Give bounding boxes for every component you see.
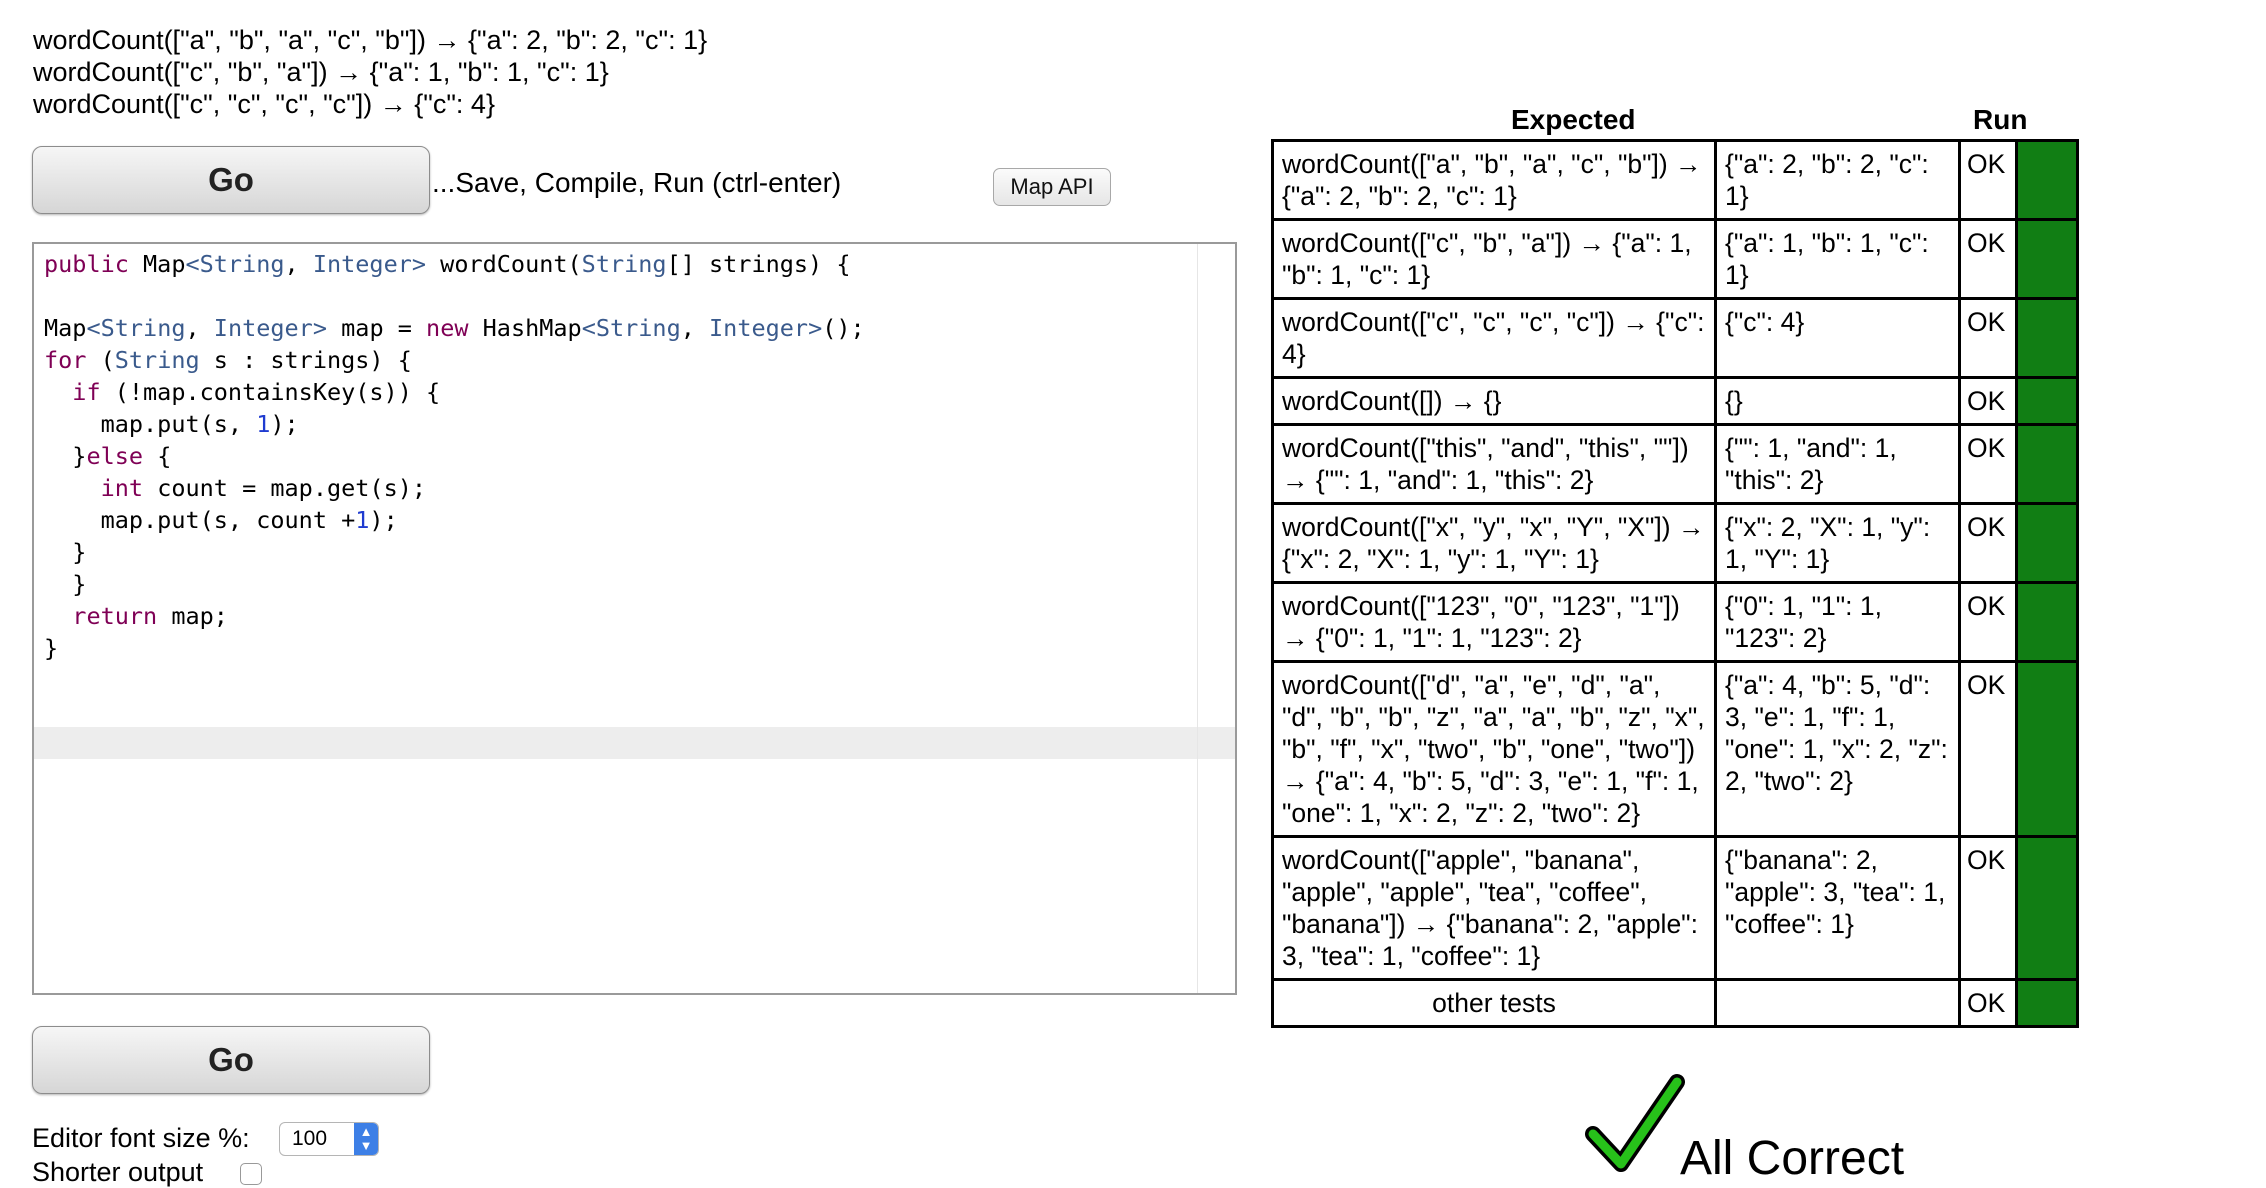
run-cell: {"": 1, "and": 1, "this": 2} — [1714, 423, 1961, 505]
editor-code[interactable]: public Map<String, Integer> wordCount(St… — [44, 248, 865, 664]
code-line: }else { — [44, 442, 172, 470]
run-cell: {"banana": 2, "apple": 3, "tea": 1, "cof… — [1714, 835, 1961, 981]
expected-cell: wordCount(["d", "a", "e", "d", "a", "d",… — [1271, 660, 1717, 838]
map-api-button[interactable]: Map API — [993, 168, 1111, 206]
status-cell: OK — [1958, 581, 2018, 663]
status-cell: OK — [1958, 218, 2018, 300]
result-row: wordCount(["this", "and", "this", ""]) →… — [1271, 423, 2079, 505]
expected-cell: wordCount(["c", "b", "a"]) → {"a": 1, "b… — [1271, 218, 1717, 300]
editor-font-size-select[interactable]: 100 ▲ ▼ — [279, 1122, 379, 1156]
run-cell: {"a": 1, "b": 1, "c": 1} — [1714, 218, 1961, 300]
shorter-output-label: Shorter output — [32, 1157, 204, 1187]
code-line: if (!map.containsKey(s)) { — [72, 378, 441, 406]
results-table: wordCount(["a", "b", "a", "c", "b"]) → {… — [1271, 139, 2079, 1028]
code-line: } — [44, 538, 87, 566]
expected-cell: wordCount(["this", "and", "this", ""]) →… — [1271, 423, 1717, 505]
code-line: map.put(s, 1); — [44, 410, 299, 438]
status-bar — [2015, 502, 2079, 584]
example-line: wordCount(["c", "c", "c", "c"]) → {"c": … — [33, 89, 495, 119]
status-cell: OK — [1958, 423, 2018, 505]
all-correct-text: All Correct — [1680, 1132, 1905, 1185]
editor-active-line — [34, 727, 1235, 759]
status-cell: OK — [1958, 502, 2018, 584]
go-button[interactable]: Go — [32, 146, 430, 214]
result-row: wordCount(["123", "0", "123", "1"]) → {"… — [1271, 581, 2079, 663]
status-cell: OK — [1958, 978, 2018, 1028]
status-bar — [2015, 660, 2079, 838]
status-bar — [2015, 218, 2079, 300]
other-tests-label: other tests — [1271, 978, 1717, 1028]
expected-cell: wordCount([]) → {} — [1271, 376, 1717, 426]
save-compile-run-hint: ...Save, Compile, Run (ctrl-enter) — [432, 167, 842, 198]
status-cell: OK — [1958, 835, 2018, 981]
status-bar — [2015, 139, 2079, 221]
code-line: } — [44, 570, 87, 598]
result-row: wordCount(["apple", "banana", "apple", "… — [1271, 835, 2079, 981]
status-cell: OK — [1958, 376, 2018, 426]
run-cell: {"c": 4} — [1714, 297, 1961, 379]
expected-cell: wordCount(["a", "b", "a", "c", "b"]) → {… — [1271, 139, 1717, 221]
status-bar — [2015, 581, 2079, 663]
code-editor[interactable]: public Map<String, Integer> wordCount(St… — [32, 242, 1237, 995]
expected-cell: wordCount(["c", "c", "c", "c"]) → {"c": … — [1271, 297, 1717, 379]
other-tests-row: other tests OK — [1271, 978, 2079, 1028]
run-cell: {"x": 2, "X": 1, "y": 1, "Y": 1} — [1714, 502, 1961, 584]
result-row: wordCount(["c", "c", "c", "c"]) → {"c": … — [1271, 297, 2079, 379]
result-row: wordCount(["d", "a", "e", "d", "a", "d",… — [1271, 660, 2079, 838]
checkmark-icon — [1585, 1074, 1685, 1172]
run-cell — [1714, 978, 1961, 1028]
font-size-value: 100 — [292, 1127, 328, 1150]
expected-cell: wordCount(["123", "0", "123", "1"]) → {"… — [1271, 581, 1717, 663]
result-row: wordCount([]) → {}{} OK — [1271, 376, 2079, 426]
result-row: wordCount(["a", "b", "a", "c", "b"]) → {… — [1271, 139, 2079, 221]
run-cell: {"0": 1, "1": 1, "123": 2} — [1714, 581, 1961, 663]
code-line: } — [44, 634, 59, 662]
status-cell: OK — [1958, 297, 2018, 379]
go-button-bottom[interactable]: Go — [32, 1026, 430, 1094]
code-line: public Map<String, Integer> wordCount(St… — [44, 250, 851, 278]
code-line: return map; — [72, 602, 228, 630]
status-bar — [2015, 835, 2079, 981]
run-cell: {"a": 4, "b": 5, "d": 3, "e": 1, "f": 1,… — [1714, 660, 1961, 838]
code-line: for (String s : strings) { — [44, 346, 412, 374]
status-bar — [2015, 297, 2079, 379]
status-bar — [2015, 978, 2079, 1028]
status-cell: OK — [1958, 660, 2018, 838]
result-row: wordCount(["c", "b", "a"]) → {"a": 1, "b… — [1271, 218, 2079, 300]
run-column-header: Run — [1973, 104, 2028, 135]
code-line: Map<String, Integer> map = new HashMap<S… — [44, 314, 865, 342]
run-cell: {"a": 2, "b": 2, "c": 1} — [1714, 139, 1961, 221]
expected-column-header: Expected — [1511, 104, 1636, 135]
run-cell: {} — [1714, 376, 1961, 426]
status-bar — [2015, 423, 2079, 505]
code-line: int count = map.get(s); — [100, 474, 427, 502]
editor-font-size-label: Editor font size %: — [32, 1123, 250, 1153]
code-line: map.put(s, count +1); — [44, 506, 398, 534]
expected-cell: wordCount(["apple", "banana", "apple", "… — [1271, 835, 1717, 981]
status-cell: OK — [1958, 139, 2018, 221]
status-bar — [2015, 376, 2079, 426]
editor-margin-line — [1197, 244, 1198, 993]
example-line: wordCount(["a", "b", "a", "c", "b"]) → {… — [33, 25, 708, 55]
example-line: wordCount(["c", "b", "a"]) → {"a": 1, "b… — [33, 57, 609, 87]
select-arrows-icon: ▲ ▼ — [354, 1123, 378, 1155]
result-row: wordCount(["x", "y", "x", "Y", "X"]) → {… — [1271, 502, 2079, 584]
problem-examples: wordCount(["a", "b", "a", "c", "b"]) → {… — [33, 24, 707, 120]
expected-cell: wordCount(["x", "y", "x", "Y", "X"]) → {… — [1271, 502, 1717, 584]
